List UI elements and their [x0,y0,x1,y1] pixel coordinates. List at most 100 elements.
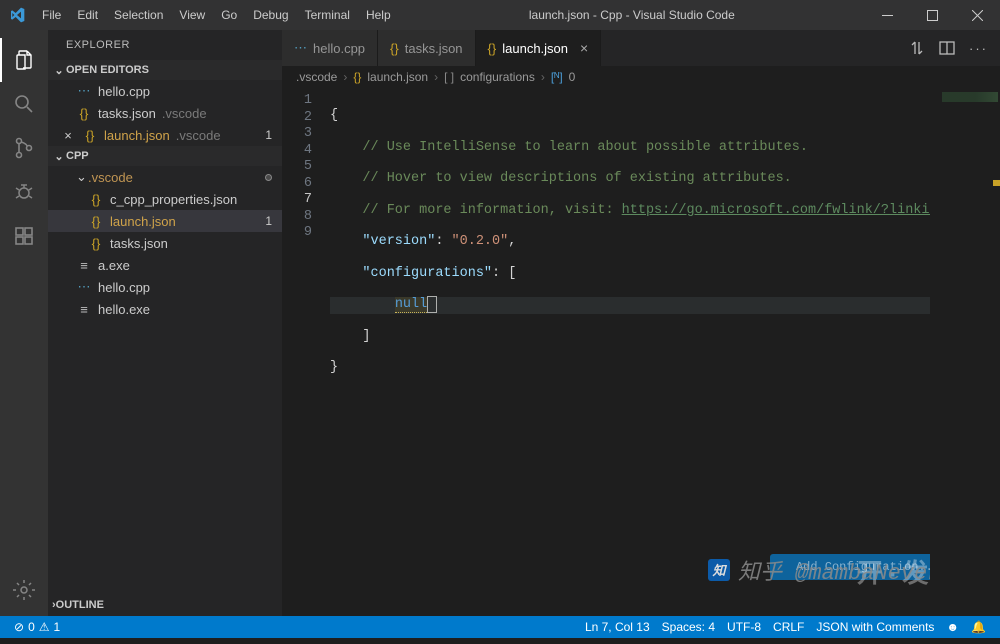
status-language-mode[interactable]: JSON with Comments [810,620,940,634]
warning-icon: ⚠ [39,620,50,634]
file-label: hello.exe [98,302,150,317]
json-file-icon: {} [88,235,104,251]
json-file-icon: {} [82,127,98,143]
vscode-logo-icon [0,7,34,23]
more-actions-icon[interactable]: ··· [969,41,988,56]
error-icon: ⊘ [14,620,24,634]
explorer-sidebar: EXPLORER ⌄OPEN EDITORS ⋯ hello.cpp {} ta… [48,30,282,616]
status-eol[interactable]: CRLF [767,620,810,634]
tab-tasks-json[interactable]: {} tasks.json [378,30,476,66]
compare-changes-icon[interactable] [909,40,925,56]
svg-text:知: 知 [711,563,727,579]
editor-group: ⋯ hello.cpp {} tasks.json {} launch.json… [282,30,1000,616]
file-label: hello.cpp [98,84,150,99]
file-label: tasks.json [110,236,168,251]
file-item[interactable]: ≡ a.exe [48,254,282,276]
file-label: hello.cpp [98,280,150,295]
menu-edit[interactable]: Edit [69,0,106,30]
tab-label: hello.cpp [313,41,365,56]
problems-count: 1 [265,214,272,228]
window-title: launch.json - Cpp - Visual Studio Code [399,8,865,22]
code-content[interactable]: { // Use IntelliSense to learn about pos… [330,88,1000,616]
titlebar: File Edit Selection View Go Debug Termin… [0,0,1000,30]
file-label: launch.json [110,214,176,229]
close-icon[interactable]: × [60,127,76,143]
breadcrumbs[interactable]: .vscode › {} launch.json › [ ] configura… [282,66,1000,88]
modified-dot-icon [265,174,272,181]
chevron-right-icon: › [434,70,438,84]
activity-bar [0,30,48,616]
breadcrumb-item[interactable]: launch.json [367,70,428,84]
chevron-right-icon: › [541,70,545,84]
project-header[interactable]: ⌄CPP [48,146,282,166]
exe-file-icon: ≡ [76,257,92,273]
json-file-icon: {} [390,41,399,56]
number-icon: [ᴺ] [551,70,563,84]
folder-label: .vscode [88,170,133,185]
status-feedback-icon[interactable]: ☻ [940,620,965,634]
open-editor-item[interactable]: × {} launch.json .vscode 1 [48,124,282,146]
window-maximize-button[interactable] [910,0,955,30]
file-item[interactable]: ≡ hello.exe [48,298,282,320]
activity-search-icon[interactable] [0,82,48,126]
menu-file[interactable]: File [34,0,69,30]
exe-file-icon: ≡ [76,301,92,317]
file-label: a.exe [98,258,130,273]
close-icon[interactable]: × [580,40,588,56]
chevron-right-icon: › [343,70,347,84]
split-editor-icon[interactable] [939,40,955,56]
json-file-icon: {} [353,70,361,84]
code-editor[interactable]: 123456789 { // Use IntelliSense to learn… [282,88,1000,616]
cpp-file-icon: ⋯ [294,40,307,56]
file-path-suffix: .vscode [176,128,221,143]
activity-explorer-icon[interactable] [0,38,48,82]
breadcrumb-item[interactable]: .vscode [296,70,337,84]
folder-item[interactable]: ⌄ .vscode [48,166,282,188]
window-close-button[interactable] [955,0,1000,30]
menu-debug[interactable]: Debug [245,0,296,30]
tab-launch-json[interactable]: {} launch.json × [476,30,602,66]
file-item[interactable]: ⋯ hello.cpp [48,276,282,298]
open-editor-item[interactable]: {} tasks.json .vscode [48,102,282,124]
file-item[interactable]: {} tasks.json [48,232,282,254]
problems-count: 1 [265,128,272,142]
open-editor-item[interactable]: ⋯ hello.cpp [48,80,282,102]
status-cursor-position[interactable]: Ln 7, Col 13 [579,620,656,634]
status-notifications-icon[interactable]: 🔔 [965,620,992,634]
breadcrumb-item[interactable]: configurations [460,70,535,84]
file-path-suffix: .vscode [162,106,207,121]
activity-settings-icon[interactable] [0,568,48,612]
activity-debug-icon[interactable] [0,170,48,214]
json-file-icon: {} [76,105,92,121]
file-item[interactable]: {} launch.json 1 [48,210,282,232]
json-file-icon: {} [88,191,104,207]
array-icon: [ ] [444,70,454,84]
status-indentation[interactable]: Spaces: 4 [656,620,721,634]
tab-hello-cpp[interactable]: ⋯ hello.cpp [282,30,378,66]
file-item[interactable]: {} c_cpp_properties.json [48,188,282,210]
menu-terminal[interactable]: Terminal [297,0,358,30]
window-minimize-button[interactable] [865,0,910,30]
status-problems[interactable]: ⊘0 ⚠1 [8,620,66,634]
chevron-down-icon: ⌄ [76,169,88,185]
cpp-file-icon: ⋯ [76,83,92,99]
json-file-icon: {} [488,41,497,56]
activity-source-control-icon[interactable] [0,126,48,170]
minimap[interactable] [930,88,1000,616]
status-bar: ⊘0 ⚠1 Ln 7, Col 13 Spaces: 4 UTF-8 CRLF … [0,616,1000,638]
file-label: tasks.json [98,106,156,121]
breadcrumb-item[interactable]: 0 [569,70,576,84]
minimap-overview [942,92,998,102]
status-encoding[interactable]: UTF-8 [721,620,767,634]
json-file-icon: {} [88,213,104,229]
menu-selection[interactable]: Selection [106,0,171,30]
editor-tabs: ⋯ hello.cpp {} tasks.json {} launch.json… [282,30,1000,66]
menu-go[interactable]: Go [213,0,245,30]
tab-label: launch.json [502,41,568,56]
line-number-gutter: 123456789 [282,88,330,616]
outline-header[interactable]: ›OUTLINE [48,594,282,616]
activity-extensions-icon[interactable] [0,214,48,258]
menu-view[interactable]: View [171,0,213,30]
menu-help[interactable]: Help [358,0,399,30]
open-editors-header[interactable]: ⌄OPEN EDITORS [48,60,282,80]
